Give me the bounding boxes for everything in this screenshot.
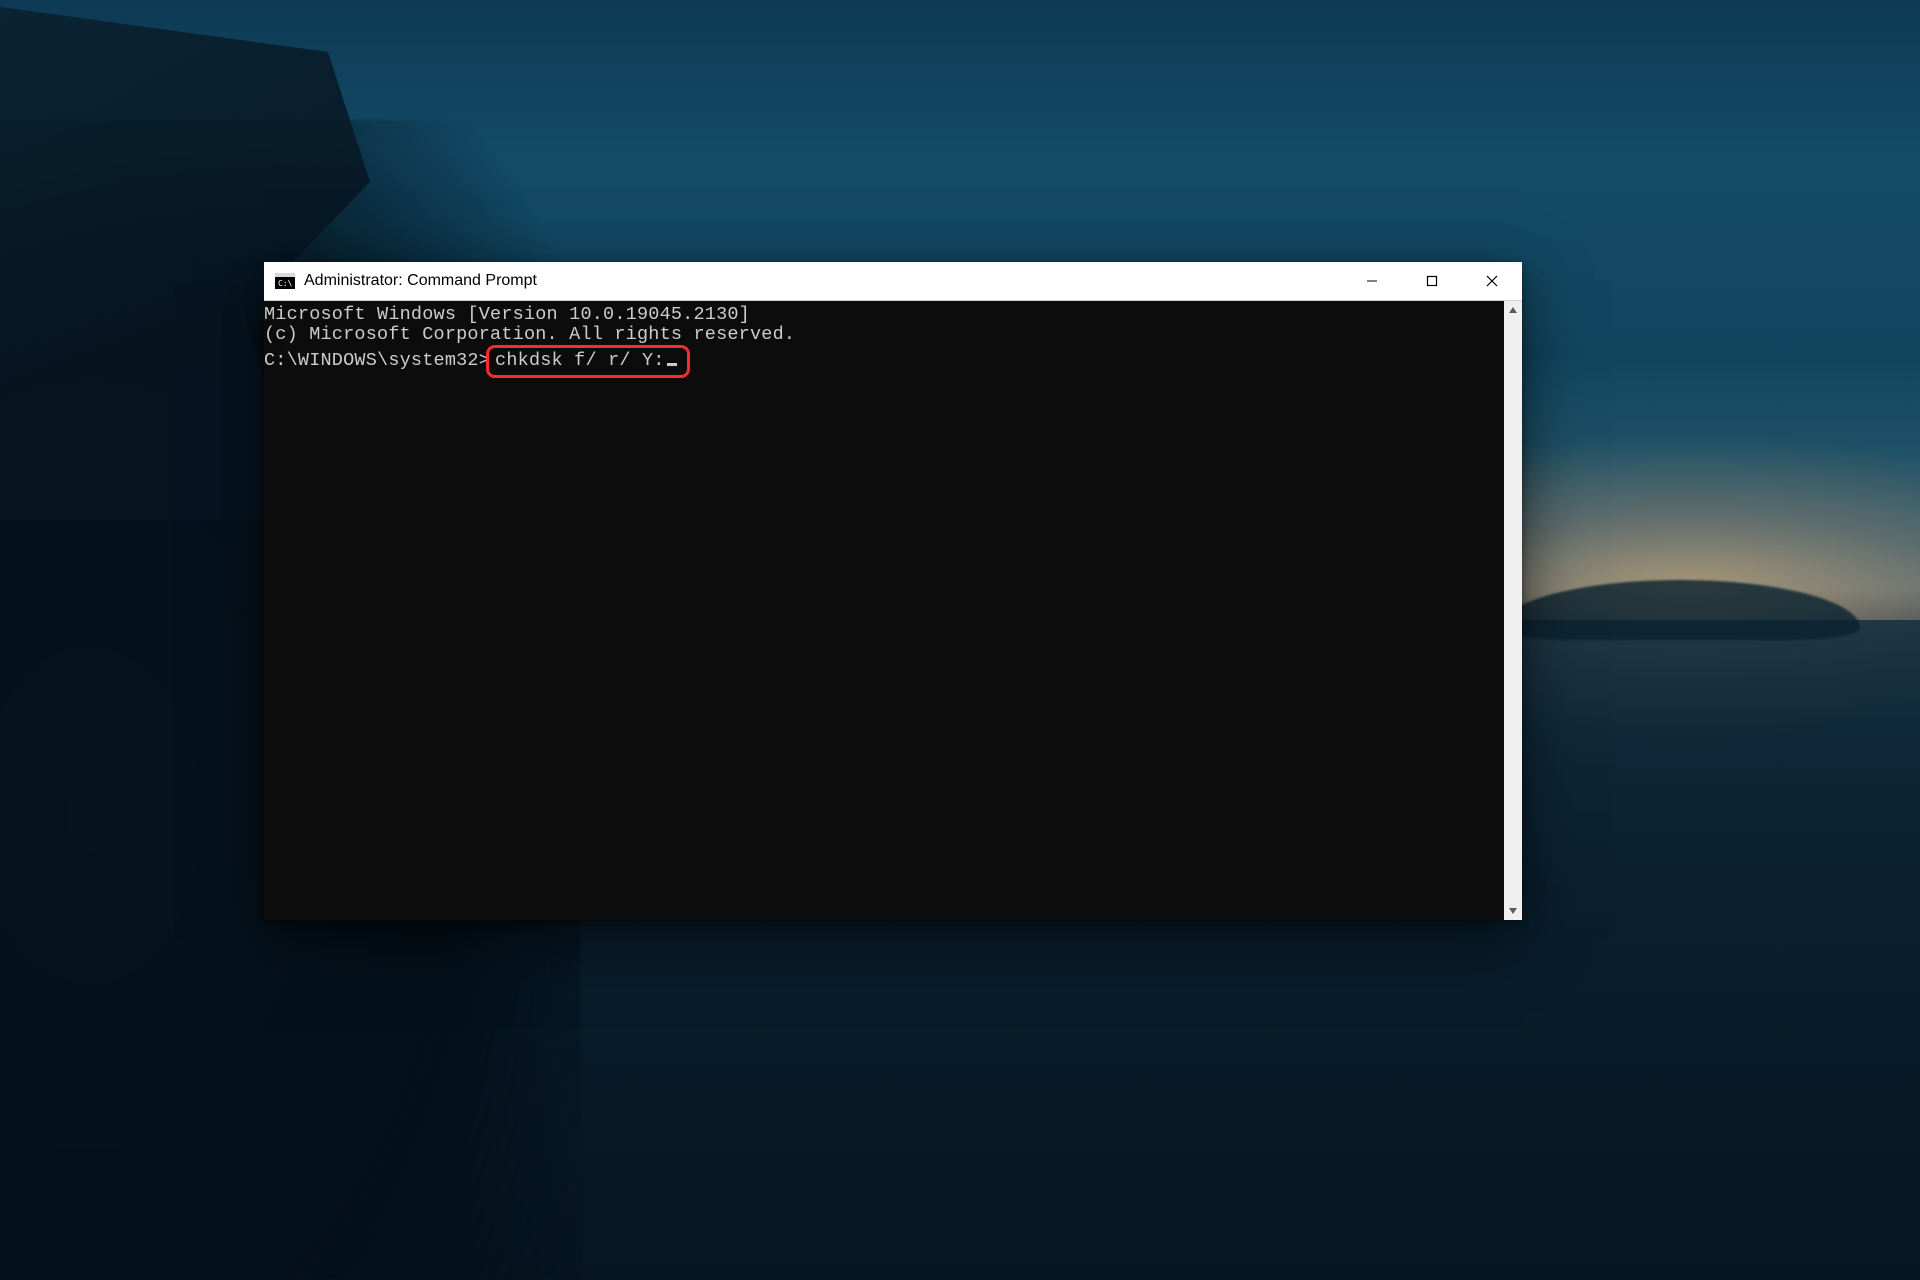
maximize-button[interactable] xyxy=(1402,262,1462,300)
scroll-up-arrow-icon[interactable] xyxy=(1504,301,1522,319)
wallpaper-headland xyxy=(1500,580,1860,640)
terminal-prompt-line: C:\WINDOWS\system32>chkdsk f/ r/ Y: xyxy=(264,345,1504,378)
vertical-scrollbar[interactable] xyxy=(1504,301,1522,920)
command-highlight-box: chkdsk f/ r/ Y: xyxy=(486,345,690,378)
text-cursor xyxy=(667,363,677,366)
cmd-icon: C:\ xyxy=(274,272,296,290)
close-button[interactable] xyxy=(1462,262,1522,300)
typed-command: chkdsk f/ r/ Y: xyxy=(495,350,665,371)
prompt-path: C:\WINDOWS\system32> xyxy=(264,350,490,371)
terminal-line: (c) Microsoft Corporation. All rights re… xyxy=(264,325,1504,345)
terminal-output[interactable]: Microsoft Windows [Version 10.0.19045.21… xyxy=(264,301,1504,920)
scroll-down-arrow-icon[interactable] xyxy=(1504,902,1522,920)
desktop-wallpaper: C:\ Administrator: Command Prompt Micros… xyxy=(0,0,1920,1280)
titlebar[interactable]: C:\ Administrator: Command Prompt xyxy=(264,262,1522,300)
terminal-client-area: Microsoft Windows [Version 10.0.19045.21… xyxy=(264,300,1522,920)
minimize-button[interactable] xyxy=(1342,262,1402,300)
terminal-line: Microsoft Windows [Version 10.0.19045.21… xyxy=(264,305,1504,325)
window-title: Administrator: Command Prompt xyxy=(304,272,537,290)
svg-text:C:\: C:\ xyxy=(278,279,293,288)
command-prompt-window: C:\ Administrator: Command Prompt Micros… xyxy=(264,262,1522,920)
